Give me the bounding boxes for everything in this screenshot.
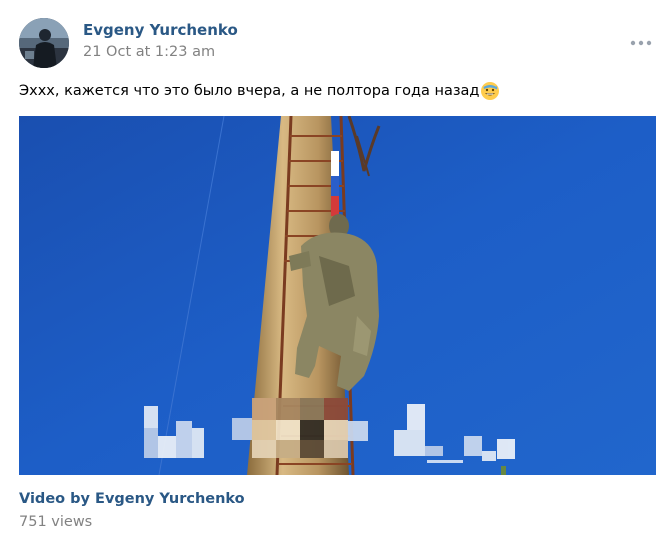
- wall-post: Evgeny Yurchenko 21 Oct at 1:23 am Эххх,…: [0, 0, 668, 537]
- author-avatar[interactable]: [19, 18, 69, 68]
- post-text: Эххх, кажется что это было вчера, а не п…: [19, 83, 480, 99]
- post-text-container: Эххх, кажется что это было вчера, а не п…: [19, 81, 500, 101]
- more-options-button[interactable]: [626, 33, 658, 53]
- video-title-link[interactable]: Video by Evgeny Yurchenko: [19, 491, 245, 507]
- more-dots-icon: [626, 33, 658, 53]
- author-name-link[interactable]: Evgeny Yurchenko: [83, 21, 238, 39]
- cold-sweat-smile-emoji-icon: [480, 81, 500, 101]
- video-views-count: 751 views: [19, 514, 93, 530]
- video-player[interactable]: [19, 116, 656, 475]
- post-date-link[interactable]: 21 Oct at 1:23 am: [83, 44, 215, 60]
